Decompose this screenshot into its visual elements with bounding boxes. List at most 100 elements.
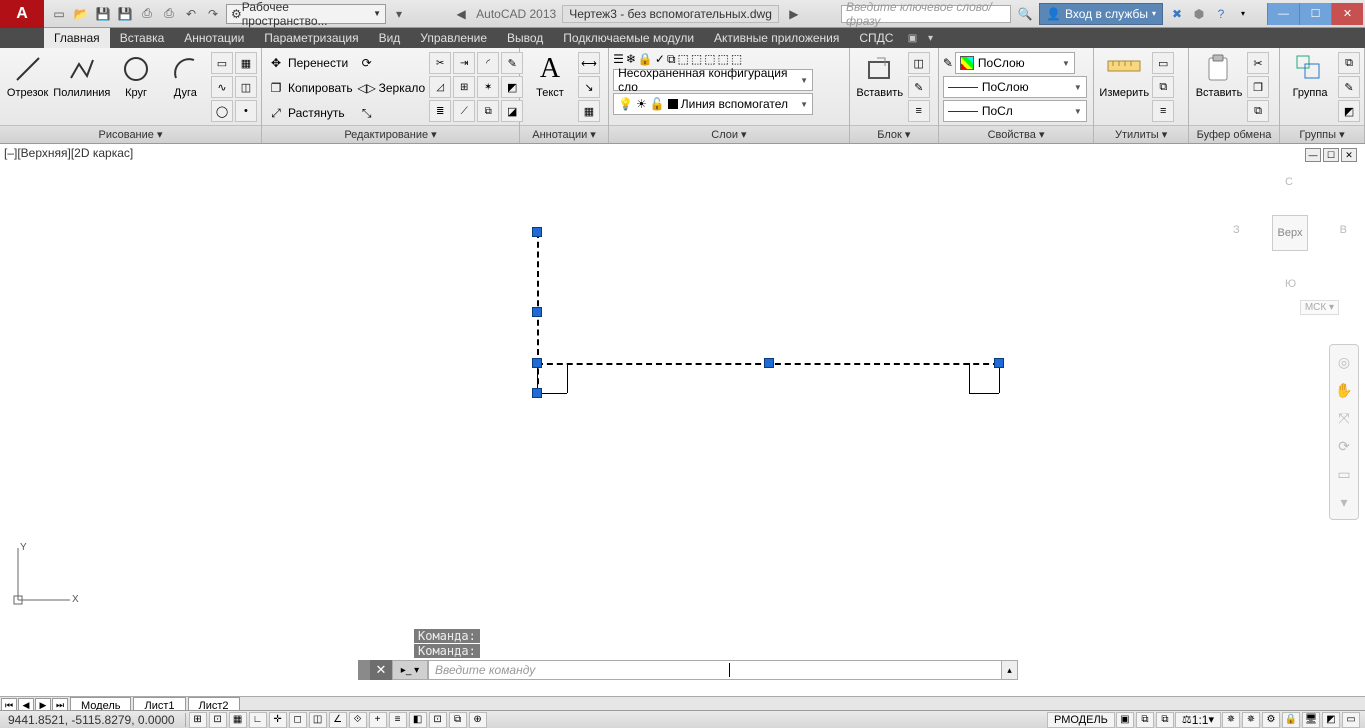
maximize-button[interactable]: ☐	[1299, 3, 1331, 25]
model-space-toggle[interactable]: РМОДЕЛЬ	[1047, 712, 1115, 728]
panel-layers-title[interactable]: Слои ▾	[609, 125, 849, 143]
coordinates[interactable]: 9441.8521, -5115.8279, 0.0000	[0, 713, 183, 727]
qselect-icon[interactable]: ⧉	[1152, 76, 1174, 98]
rotate-button[interactable]: ⟳	[357, 52, 428, 74]
tab-home[interactable]: Главная	[44, 28, 110, 48]
create-block-icon[interactable]: ◫	[908, 52, 930, 74]
panel-group-title[interactable]: Группы ▾	[1280, 125, 1364, 143]
clip-icon3[interactable]: ⧉	[1247, 100, 1269, 122]
panel-util-title[interactable]: Утилиты ▾	[1094, 125, 1188, 143]
panel-draw-title[interactable]: Рисование ▾	[0, 125, 261, 143]
a360-icon[interactable]: ⬢	[1191, 6, 1207, 22]
cmd-drag-handle[interactable]	[358, 660, 370, 680]
line-button[interactable]: Отрезок	[4, 52, 51, 99]
trim-icon[interactable]: ✂	[429, 52, 451, 74]
isolate-icon[interactable]: ◩	[1322, 712, 1340, 728]
hatch-icon[interactable]: ▦	[235, 52, 257, 74]
offset-icon[interactable]: ≣	[429, 100, 451, 122]
group-sel-icon[interactable]: ◩	[1338, 100, 1360, 122]
dyn-icon[interactable]: +	[369, 712, 387, 728]
layer-ico5[interactable]: ⬚	[678, 52, 689, 67]
help-icon[interactable]: ?	[1213, 6, 1229, 22]
ucs-icon[interactable]: Y X	[10, 542, 80, 612]
print-icon[interactable]: ⎙	[160, 5, 178, 23]
copyc-icon[interactable]: ❐	[1247, 76, 1269, 98]
circle-button[interactable]: Круг	[112, 52, 159, 99]
arc-button[interactable]: Дуга	[162, 52, 209, 99]
layer-ico9[interactable]: ⬚	[731, 52, 742, 67]
shape-seg5[interactable]	[969, 393, 999, 394]
shape-seg4[interactable]	[969, 363, 970, 393]
edit-block-icon[interactable]: ✎	[908, 76, 930, 98]
close-button[interactable]: ✕	[1331, 3, 1363, 25]
tab-view[interactable]: Вид	[369, 28, 411, 48]
infer-icon[interactable]: ⊞	[189, 712, 207, 728]
otrack-icon[interactable]: ∠	[329, 712, 347, 728]
spline-icon[interactable]: ∿	[211, 76, 233, 98]
search-icon[interactable]: 🔍	[1017, 6, 1033, 22]
save-icon[interactable]: 💾	[94, 5, 112, 23]
chamfer-icon[interactable]: ◿	[429, 76, 451, 98]
clean-icon[interactable]: ▭	[1342, 712, 1360, 728]
plot-icon[interactable]: ⎙	[138, 5, 156, 23]
panel-props-title[interactable]: Свойства ▾	[939, 125, 1093, 143]
layer-ico3[interactable]: ✓	[655, 52, 665, 67]
linetype-combo[interactable]: ПоСл▼	[943, 100, 1087, 122]
tab-spds[interactable]: СПДС	[849, 28, 903, 48]
ungroup-icon[interactable]: ⧉	[1338, 52, 1360, 74]
tpy-icon[interactable]: ◧	[409, 712, 427, 728]
sign-in-button[interactable]: 👤 Вход в службы ▾	[1039, 3, 1163, 25]
layer-prop-icon[interactable]: ☰	[613, 52, 624, 67]
app-menu-button[interactable]: A	[0, 0, 44, 28]
layer-ico1[interactable]: ❄	[626, 52, 636, 67]
match-icon[interactable]: ✎	[943, 56, 953, 70]
redo-icon[interactable]: ↷	[204, 5, 222, 23]
layer-ico2[interactable]: 🔒	[638, 52, 653, 67]
panel-clip-title[interactable]: Буфер обмена	[1189, 125, 1279, 143]
select-icon[interactable]: ▭	[1152, 52, 1174, 74]
grip[interactable]	[532, 307, 542, 317]
cut-icon[interactable]: ✂	[1247, 52, 1269, 74]
command-input[interactable]: Введите команду	[428, 660, 1002, 680]
calc-icon[interactable]: ≡	[1152, 100, 1174, 122]
nav-left-icon[interactable]: ◀	[452, 5, 470, 23]
text-button[interactable]: A Текст	[524, 52, 576, 99]
saveas-icon[interactable]: 💾	[116, 5, 134, 23]
move-button[interactable]: ✥Перенести	[266, 52, 355, 74]
minimize-button[interactable]: —	[1267, 3, 1299, 25]
annot-scale[interactable]: ⚖ 1:1 ▾	[1175, 712, 1221, 728]
grip[interactable]	[994, 358, 1004, 368]
polar-icon[interactable]: ✛	[269, 712, 287, 728]
attr-icon[interactable]: ≡	[908, 100, 930, 122]
group-ed-icon[interactable]: ✎	[1338, 76, 1360, 98]
copy-button[interactable]: ❐Копировать	[266, 77, 355, 99]
extend-icon[interactable]: ⇥	[453, 52, 475, 74]
toolbar-lock-icon[interactable]: 🔒	[1282, 712, 1300, 728]
search-input[interactable]: Введите ключевое слово/фразу	[841, 5, 1011, 23]
insert-block-button[interactable]: Вставить	[854, 52, 906, 99]
ellipse-icon[interactable]: ◯	[211, 100, 233, 122]
grip[interactable]	[764, 358, 774, 368]
group-button[interactable]: Группа	[1284, 52, 1336, 99]
rect-icon[interactable]: ▭	[211, 52, 233, 74]
3dosnap-icon[interactable]: ◫	[309, 712, 327, 728]
shape-seg3[interactable]	[567, 363, 568, 393]
tab-apps[interactable]: Активные приложения	[704, 28, 849, 48]
drawing-area[interactable]: [–][Верхняя][2D каркас] — ☐ ✕ Верх С Ю В…	[0, 144, 1365, 684]
tab-plugins[interactable]: Подключаемые модули	[553, 28, 704, 48]
workspace-combo[interactable]: ⚙ Рабочее пространство... ▼	[226, 4, 386, 24]
array-icon[interactable]: ⊞	[453, 76, 475, 98]
dim-icon[interactable]: ⟷	[578, 52, 600, 74]
break-icon[interactable]: ⟋	[453, 100, 475, 122]
layer-ico8[interactable]: ⬚	[718, 52, 729, 67]
measure-button[interactable]: Измерить	[1098, 52, 1150, 99]
canvas[interactable]	[0, 144, 1365, 684]
cmd-recent-icon[interactable]: ▴	[1002, 660, 1018, 680]
grip[interactable]	[532, 388, 542, 398]
help-dd-icon[interactable]: ▾	[1235, 6, 1251, 22]
cmd-close-icon[interactable]: ✕	[370, 660, 392, 680]
scale-button[interactable]: ⤡	[357, 102, 428, 124]
exchange-icon[interactable]: ✖	[1169, 6, 1185, 22]
grip[interactable]	[532, 227, 542, 237]
tab-more-icon[interactable]: ▾	[921, 28, 939, 48]
